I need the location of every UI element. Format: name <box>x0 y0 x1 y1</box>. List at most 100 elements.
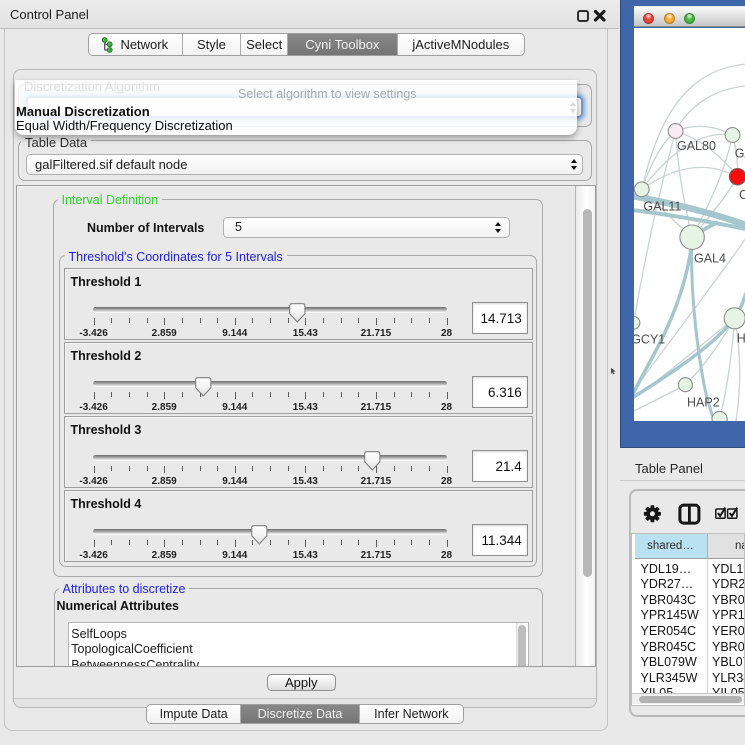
attributes-group-title: Attributes to discretize <box>59 582 190 596</box>
major-tick <box>447 466 448 474</box>
network-node-GA[interactable] <box>725 128 740 143</box>
major-tick <box>447 318 448 326</box>
tick-label: 28 <box>441 402 452 413</box>
network-node-GCY1[interactable] <box>634 316 640 329</box>
major-tick <box>164 466 165 474</box>
network-node-label: GAL11 <box>643 200 681 214</box>
threshold-label: Threshold 4 <box>71 497 142 511</box>
tab-label: Impute Data <box>160 707 228 721</box>
major-tick <box>164 392 165 400</box>
tab-label: Network <box>120 37 168 52</box>
minor-tick <box>217 318 218 323</box>
minor-tick <box>411 466 412 471</box>
apply-button[interactable]: Apply <box>267 674 336 691</box>
control-panel-titlebar: Control Panel <box>0 0 619 29</box>
minor-tick <box>270 466 271 471</box>
number-of-intervals-combobox[interactable]: 5 <box>223 217 510 238</box>
tab-style[interactable]: Style <box>183 34 242 55</box>
network-view-window: GAL80GACYGAL11GAL4GCY1HHAP2 <box>620 0 745 448</box>
cell-shared-name: YLR345W <box>641 671 698 685</box>
network-edge-highlighted[interactable] <box>634 241 692 396</box>
threshold-value-field[interactable]: 11.344 <box>472 524 528 556</box>
bottom-tab-impute-data[interactable]: Impute Data <box>147 705 241 723</box>
network-node-clipped[interactable] <box>712 411 727 421</box>
attribute-list-item[interactable]: TopologicalCoefficient <box>69 641 528 657</box>
table-horizontal-scrollbar[interactable] <box>632 693 745 704</box>
threshold-panel-3: Threshold 3-3.4262.8599.14415.4321.71528… <box>64 416 533 488</box>
minor-tick <box>200 466 201 471</box>
threshold-value-field[interactable]: 21.4 <box>472 450 528 482</box>
split-view-icon[interactable] <box>680 505 699 523</box>
network-edge-highlighted[interactable] <box>692 241 714 421</box>
minor-tick <box>394 540 395 545</box>
threshold-slider-thumb[interactable] <box>251 525 268 545</box>
table-data-combobox[interactable]: galFiltered.sif default node <box>26 154 583 175</box>
minor-tick <box>182 466 183 471</box>
checkbox-checked-icon[interactable] <box>716 508 726 519</box>
attribute-list-item[interactable]: SelfLoops <box>69 626 528 642</box>
network-node-HAP2[interactable] <box>678 378 692 392</box>
network-node-CY[interactable] <box>729 169 745 185</box>
cell-shared-name: YDL19… <box>641 562 692 576</box>
interval-definition-title: Interval Definition <box>58 193 163 207</box>
network-node-GAL4[interactable] <box>680 225 704 249</box>
minor-tick <box>394 318 395 323</box>
column-header-name[interactable]: na <box>708 534 745 559</box>
network-canvas[interactable]: GAL80GACYGAL11GAL4GCY1HHAP2 <box>634 28 745 421</box>
table-horizontal-scrollbar-thumb[interactable] <box>639 696 742 704</box>
tick-label: 21.715 <box>361 328 392 339</box>
cell-name: YER05 <box>712 624 745 638</box>
bottom-tab-discretize-data[interactable]: Discretize Data <box>241 705 359 723</box>
network-node-H[interactable] <box>724 308 745 329</box>
table-panel-divider <box>620 480 745 481</box>
network-node-GAL80[interactable] <box>668 124 683 139</box>
numerical-attributes-list[interactable]: SelfLoopsTopologicalCoefficientBetweenne… <box>68 622 529 667</box>
minor-tick <box>182 392 183 397</box>
minor-tick <box>217 392 218 397</box>
settings-scrollbar-thumb[interactable] <box>583 209 592 577</box>
close-icon[interactable] <box>593 9 607 23</box>
network-node-GAL11[interactable] <box>634 182 649 197</box>
threshold-slider-track[interactable] <box>93 529 448 534</box>
network-window-titlebar[interactable] <box>634 6 745 27</box>
float-window-icon[interactable] <box>577 10 589 22</box>
major-tick <box>447 540 448 548</box>
settings-scrollbar[interactable] <box>575 186 595 666</box>
threshold-value-field[interactable]: 14.713 <box>472 302 528 334</box>
attribute-list-item[interactable]: BetweennessCentrality <box>69 657 528 666</box>
network-edge[interactable] <box>634 385 685 412</box>
tab-network[interactable]: Network <box>89 34 183 55</box>
dropdown-item-manual-discretization[interactable]: Manual Discretization <box>16 104 150 119</box>
dropdown-item-equal-width-frequency[interactable]: Equal Width/Frequency Discretization <box>16 118 233 133</box>
threshold-slider-thumb[interactable] <box>364 451 381 471</box>
threshold-value-field[interactable]: 6.316 <box>472 376 528 408</box>
tab-cyni-toolbox[interactable]: Cyni Toolbox <box>288 34 398 55</box>
minor-tick <box>147 540 148 545</box>
threshold-slider-track[interactable] <box>93 307 448 312</box>
tab-label: Cyni Toolbox <box>305 37 379 52</box>
column-header-shared-name[interactable]: shared… <box>635 534 708 559</box>
close-light-icon[interactable] <box>643 13 654 24</box>
attributes-list-scrollbar-thumb[interactable] <box>518 625 526 667</box>
threshold-slider-thumb[interactable] <box>195 377 212 397</box>
cell-shared-name: YER054C <box>641 624 697 638</box>
threshold-slider-thumb[interactable] <box>289 303 306 323</box>
gear-icon[interactable] <box>644 505 661 522</box>
minor-tick <box>129 466 130 471</box>
minimize-light-icon[interactable] <box>664 13 675 24</box>
bottom-tab-infer-network[interactable]: Infer Network <box>360 705 463 723</box>
major-tick <box>235 318 236 326</box>
network-node-label: CY <box>739 188 745 202</box>
threshold-slider-track[interactable] <box>93 381 448 386</box>
attributes-list-scrollbar[interactable] <box>516 623 528 667</box>
tick-label: 9.144 <box>222 328 247 339</box>
network-edge[interactable] <box>642 167 738 189</box>
network-edge[interactable] <box>642 131 676 189</box>
minor-tick <box>411 540 412 545</box>
zoom-light-icon[interactable] <box>684 13 695 24</box>
tab-jactivemnodules[interactable]: jActiveMNodules <box>398 34 524 55</box>
tab-select[interactable]: Select <box>241 34 288 55</box>
checkbox-checked-icon[interactable] <box>728 508 738 519</box>
table-toolbar <box>632 496 745 532</box>
threshold-slider-track[interactable] <box>93 455 448 460</box>
